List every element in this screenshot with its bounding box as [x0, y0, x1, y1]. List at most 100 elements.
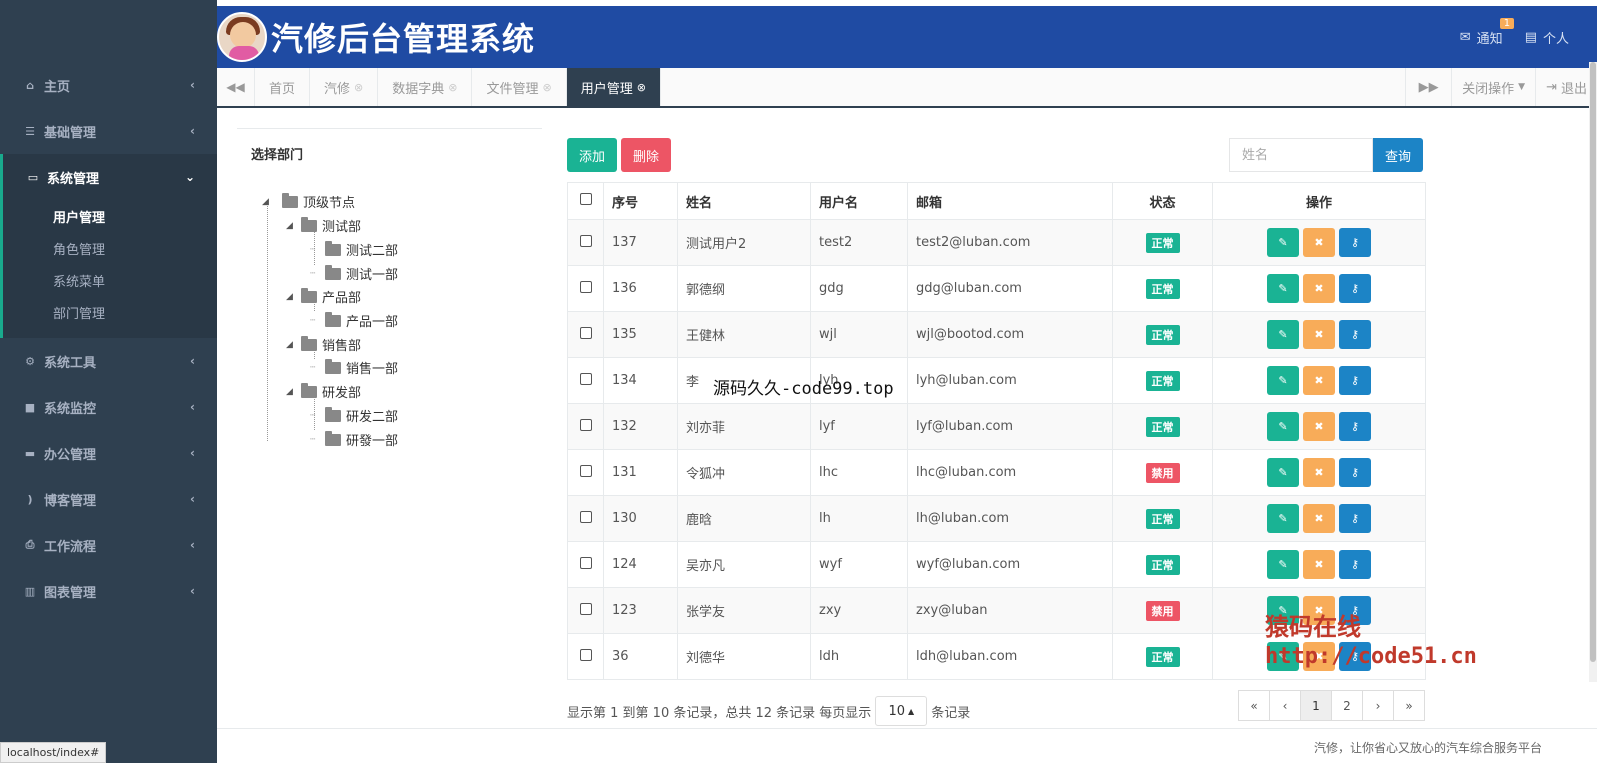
- col-header-name[interactable]: 姓名: [677, 182, 811, 220]
- page-button[interactable]: 2: [1331, 690, 1363, 721]
- reset-password-button[interactable]: ⚷: [1339, 412, 1371, 441]
- tab-files[interactable]: 文件管理 ⊗: [472, 68, 567, 106]
- close-icon[interactable]: ⊗: [354, 81, 363, 94]
- personal-link[interactable]: ▤ 个人: [1525, 28, 1569, 47]
- table-row[interactable]: 137 测试用户2 test2 test2@luban.com 正常 ✎ ✖ ⚷: [567, 219, 1426, 266]
- edit-button[interactable]: ✎: [1267, 274, 1299, 303]
- search-input[interactable]: [1229, 138, 1373, 172]
- tab-scroll-left-button[interactable]: ◀◀: [217, 68, 255, 106]
- edit-button[interactable]: ✎: [1267, 550, 1299, 579]
- sidebar-item-system[interactable]: ▭ 系统管理 ⌄: [3, 154, 217, 200]
- tab-dictionary[interactable]: 数据字典 ⊗: [378, 68, 473, 106]
- page-button[interactable]: «: [1238, 690, 1270, 721]
- remove-button[interactable]: ✖: [1303, 320, 1335, 349]
- page-button[interactable]: ‹: [1269, 690, 1301, 721]
- row-checkbox[interactable]: [579, 464, 592, 477]
- expand-icon[interactable]: ◢: [286, 340, 296, 350]
- tree-node-rd1[interactable]: ┄ 研發一部: [310, 430, 398, 449]
- table-row[interactable]: 136 郭德纲 gdg gdg@luban.com 正常 ✎ ✖ ⚷: [567, 265, 1426, 312]
- row-checkbox[interactable]: [579, 418, 592, 431]
- sidebar-subitem-roles[interactable]: 角色管理: [3, 232, 217, 264]
- table-row[interactable]: 130 鹿晗 lh lh@luban.com 正常 ✎ ✖ ⚷: [567, 495, 1426, 542]
- col-header-id[interactable]: 序号: [603, 182, 678, 220]
- col-header-email[interactable]: 邮箱: [907, 182, 1113, 220]
- edit-button[interactable]: ✎: [1267, 366, 1299, 395]
- tree-node-rd2[interactable]: ┄ 研发二部: [310, 406, 398, 425]
- row-checkbox[interactable]: [579, 280, 592, 293]
- delete-button[interactable]: 删除: [621, 138, 672, 172]
- remove-button[interactable]: ✖: [1303, 550, 1335, 579]
- close-icon[interactable]: ⊗: [448, 81, 457, 94]
- reset-password-button[interactable]: ⚷: [1339, 366, 1371, 395]
- sidebar-item-blog[interactable]: ) 博客管理 ‹: [0, 476, 217, 522]
- close-icon[interactable]: ⊗: [637, 81, 646, 94]
- notify-link[interactable]: ✉ 通知 1: [1460, 18, 1515, 47]
- col-header-username[interactable]: 用户名: [810, 182, 908, 220]
- add-button[interactable]: 添加: [567, 138, 618, 172]
- row-checkbox[interactable]: [579, 602, 592, 615]
- reset-password-button[interactable]: ⚷: [1339, 504, 1371, 533]
- sidebar-item-office[interactable]: ▬ 办公管理 ‹: [0, 430, 217, 476]
- tab-home[interactable]: 首页: [255, 68, 311, 106]
- search-button[interactable]: 查询: [1373, 138, 1424, 172]
- expand-icon[interactable]: ◢: [286, 387, 296, 397]
- tree-node-test1[interactable]: ┄ 测试一部: [310, 264, 398, 283]
- tab-users[interactable]: 用户管理 ⊗: [566, 68, 661, 106]
- tree-node-test2[interactable]: ┄ 测试二部: [310, 240, 398, 259]
- edit-button[interactable]: ✎: [1267, 228, 1299, 257]
- vertical-scrollbar[interactable]: [1589, 62, 1597, 682]
- remove-button[interactable]: ✖: [1303, 366, 1335, 395]
- sidebar-item-tools[interactable]: ⚙ 系统工具 ‹: [0, 338, 217, 384]
- edit-button[interactable]: ✎: [1267, 320, 1299, 349]
- sidebar-item-charts[interactable]: ▥ 图表管理 ‹: [0, 568, 217, 614]
- reset-password-button[interactable]: ⚷: [1339, 320, 1371, 349]
- sidebar-item-basic[interactable]: ☰ 基础管理 ‹: [0, 108, 217, 154]
- expand-icon[interactable]: ◢: [286, 221, 296, 231]
- remove-button[interactable]: ✖: [1303, 504, 1335, 533]
- sidebar-subitem-menu[interactable]: 系统菜单: [3, 264, 217, 296]
- tree-node-rd[interactable]: ◢ 研发部: [286, 382, 361, 401]
- edit-button[interactable]: ✎: [1267, 504, 1299, 533]
- tree-node-sales[interactable]: ◢ 销售部: [286, 335, 361, 354]
- reset-password-button[interactable]: ⚷: [1339, 458, 1371, 487]
- edit-button[interactable]: ✎: [1267, 412, 1299, 441]
- sidebar-subitem-users[interactable]: 用户管理: [3, 200, 217, 232]
- tree-node-product[interactable]: ◢ 产品部: [286, 287, 361, 306]
- page-button[interactable]: 1: [1300, 690, 1332, 721]
- row-checkbox[interactable]: [579, 556, 592, 569]
- sidebar-subitem-dept[interactable]: 部门管理: [3, 296, 217, 328]
- tab-qixiu[interactable]: 汽修 ⊗: [310, 68, 379, 106]
- logout-button[interactable]: ⇥ 退出: [1535, 68, 1597, 106]
- expand-icon[interactable]: ◢: [262, 197, 272, 207]
- table-row[interactable]: 134 李 lyh lyh@luban.com 正常 ✎ ✖ ⚷: [567, 357, 1426, 404]
- page-button[interactable]: »: [1393, 690, 1425, 721]
- tree-node-test[interactable]: ◢ 测试部: [286, 216, 361, 235]
- table-row[interactable]: 132 刘亦菲 lyf lyf@luban.com 正常 ✎ ✖ ⚷: [567, 403, 1426, 450]
- remove-button[interactable]: ✖: [1303, 458, 1335, 487]
- table-row[interactable]: 124 吴亦凡 wyf wyf@luban.com 正常 ✎ ✖ ⚷: [567, 541, 1426, 588]
- remove-button[interactable]: ✖: [1303, 274, 1335, 303]
- row-checkbox[interactable]: [579, 648, 592, 661]
- sidebar-item-workflow[interactable]: ⎙ 工作流程 ‹: [0, 522, 217, 568]
- reset-password-button[interactable]: ⚷: [1339, 274, 1371, 303]
- row-checkbox[interactable]: [579, 326, 592, 339]
- tree-node-sales1[interactable]: ┄ 销售一部: [310, 358, 398, 377]
- remove-button[interactable]: ✖: [1303, 228, 1335, 257]
- col-header-status[interactable]: 状态: [1112, 182, 1213, 220]
- tree-node-product1[interactable]: ┄ 产品一部: [310, 311, 398, 330]
- remove-button[interactable]: ✖: [1303, 412, 1335, 441]
- table-row[interactable]: 131 令狐冲 lhc lhc@luban.com 禁用 ✎ ✖ ⚷: [567, 449, 1426, 496]
- page-button[interactable]: ›: [1362, 690, 1394, 721]
- row-checkbox[interactable]: [579, 234, 592, 247]
- row-checkbox[interactable]: [579, 510, 592, 523]
- close-ops-dropdown[interactable]: 关闭操作 ▼: [1451, 68, 1535, 106]
- reset-password-button[interactable]: ⚷: [1339, 228, 1371, 257]
- reset-password-button[interactable]: ⚷: [1339, 550, 1371, 579]
- sidebar-item-home[interactable]: ⌂ 主页 ‹: [0, 62, 217, 108]
- row-checkbox[interactable]: [579, 372, 592, 385]
- sidebar-item-monitor[interactable]: ■ 系统监控 ‹: [0, 384, 217, 430]
- edit-button[interactable]: ✎: [1267, 458, 1299, 487]
- tab-scroll-right-button[interactable]: ▶▶: [1405, 68, 1451, 106]
- tree-node-root[interactable]: ◢ 顶级节点: [262, 192, 355, 211]
- table-row[interactable]: 135 王健林 wjl wjl@bootod.com 正常 ✎ ✖ ⚷: [567, 311, 1426, 358]
